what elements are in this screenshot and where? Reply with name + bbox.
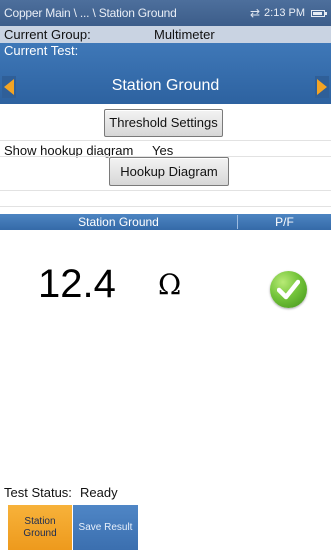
results-header: Station Ground P/F bbox=[0, 214, 331, 230]
breadcrumb[interactable]: Copper Main \ ... \ Station Ground bbox=[4, 6, 177, 20]
column-header-station-ground: Station Ground bbox=[78, 215, 159, 229]
current-test-label: Current Test: bbox=[4, 43, 79, 58]
divider bbox=[0, 140, 331, 141]
status-area: ⇄ 2:13 PM bbox=[249, 6, 327, 20]
save-result-softkey[interactable]: Save Result bbox=[73, 505, 138, 550]
station-ground-softkey[interactable]: Station Ground bbox=[8, 505, 72, 550]
sync-arrows-icon: ⇄ bbox=[249, 6, 261, 20]
divider bbox=[0, 206, 331, 207]
threshold-settings-button[interactable]: Threshold Settings bbox=[104, 109, 223, 137]
measurement-unit: Ω bbox=[158, 268, 182, 301]
test-status-value: Ready bbox=[80, 485, 118, 500]
clock: 2:13 PM bbox=[264, 7, 305, 19]
current-group-value: Multimeter bbox=[154, 27, 215, 42]
hookup-diagram-button[interactable]: Hookup Diagram bbox=[109, 157, 229, 186]
station-ground-softkey-label: Station Ground bbox=[23, 515, 57, 539]
check-circle-icon bbox=[270, 271, 307, 308]
title-bar: Copper Main \ ... \ Station Ground ⇄ 2:1… bbox=[0, 0, 331, 26]
divider bbox=[0, 190, 331, 191]
test-status-label: Test Status: bbox=[4, 485, 72, 500]
current-group-label: Current Group: bbox=[4, 27, 91, 42]
battery-icon bbox=[311, 9, 327, 17]
current-test-name: Station Ground bbox=[111, 77, 220, 94]
measurement-value: 12.4 bbox=[38, 262, 116, 306]
current-test-selector: Current Test: Station Ground bbox=[0, 43, 331, 104]
column-header-pass-fail: P/F bbox=[275, 215, 294, 229]
next-test-arrow-icon[interactable] bbox=[315, 76, 329, 98]
current-group-row: Current Group: Multimeter bbox=[0, 26, 331, 43]
